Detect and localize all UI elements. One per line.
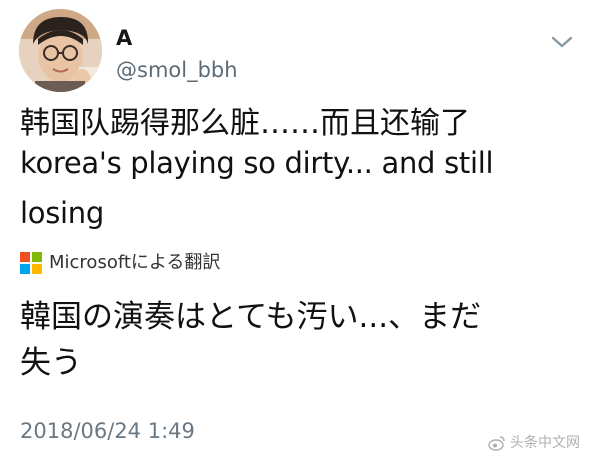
logo-square <box>32 264 42 274</box>
weibo-icon <box>488 436 505 451</box>
watermark: 头条中文网 <box>488 433 580 453</box>
logo-square <box>32 252 42 262</box>
avatar[interactable] <box>19 9 102 92</box>
translation-provider-label: Microsoftによる翻訳 <box>49 252 221 273</box>
tweet-text-line: korea's playing so dirty... and still <box>20 146 494 180</box>
translated-text-line: 失う <box>20 345 82 381</box>
tweet-text-line: 韩国队踢得那么脏……而且还输了 <box>20 106 470 141</box>
translation-attribution[interactable]: Microsoftによる翻訳 <box>20 250 220 276</box>
logo-square <box>20 264 30 274</box>
logo-square <box>20 252 30 262</box>
chevron-down-icon[interactable] <box>550 34 574 50</box>
tweet-text-line: losing <box>20 196 104 230</box>
microsoft-logo-icon <box>20 252 42 274</box>
watermark-text: 头条中文网 <box>510 435 580 451</box>
display-name[interactable]: A <box>116 26 132 50</box>
avatar-photo <box>19 9 102 92</box>
user-handle[interactable]: @smol_bbh <box>116 58 238 82</box>
translated-text-line: 韓国の演奏はとても汚い...、まだ <box>20 299 482 335</box>
tweet-timestamp[interactable]: 2018/06/24 1:49 <box>20 418 195 444</box>
